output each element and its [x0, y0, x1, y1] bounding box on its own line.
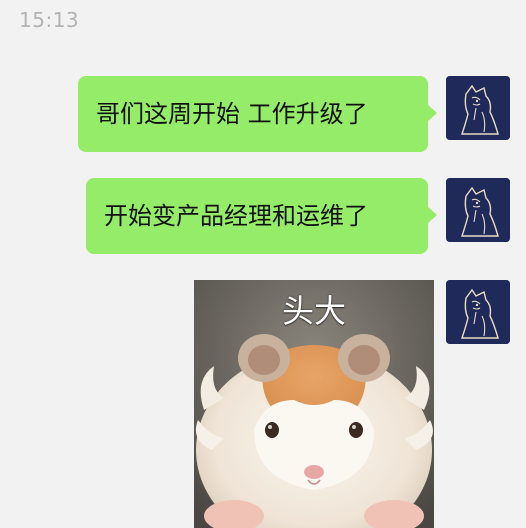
- chat-timestamp: 15:13: [19, 8, 80, 32]
- avatar[interactable]: [446, 178, 510, 242]
- message-bubble[interactable]: 开始变产品经理和运维了: [86, 178, 437, 254]
- avatar[interactable]: [446, 76, 510, 140]
- sticker-image[interactable]: 头大: [194, 280, 434, 528]
- avatar-illustration-icon: [446, 178, 510, 242]
- message-text: 开始变产品经理和运维了: [104, 202, 368, 230]
- avatar-illustration-icon: [446, 76, 510, 140]
- avatar-illustration-icon: [446, 280, 510, 344]
- message-bubble[interactable]: 哥们这周开始 工作升级了: [78, 76, 437, 152]
- avatar[interactable]: [446, 280, 510, 344]
- sticker-caption: 头大: [281, 292, 346, 330]
- message-text: 哥们这周开始 工作升级了: [96, 100, 368, 128]
